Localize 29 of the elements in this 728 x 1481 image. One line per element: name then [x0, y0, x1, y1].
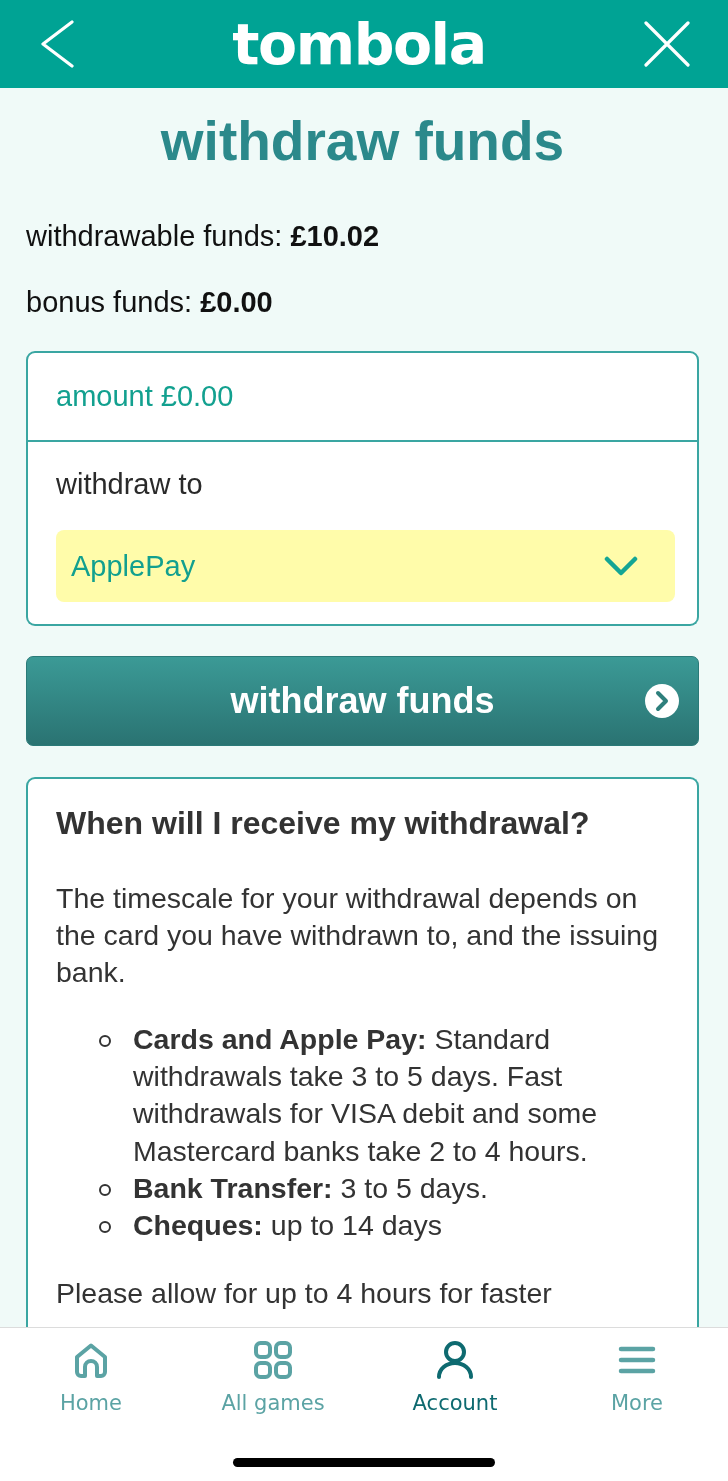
info-paragraph: Please allow for up to 4 hours for faster — [56, 1276, 553, 1312]
nav-tab[interactable]: More — [546, 1340, 728, 1416]
balance-text: withdrawable funds: £10.02 — [26, 219, 381, 254]
nav-tab[interactable]: Account — [364, 1340, 546, 1416]
page-title: withdraw funds — [159, 109, 566, 174]
chevron-circle-icon — [645, 684, 679, 718]
nav-tab[interactable]: Home — [0, 1340, 182, 1416]
bullet-icon — [99, 1035, 111, 1047]
list-item-text: Cards and Apple Pay: Standard withdrawals take 3 to 5 days. Fast withdrawals for VISA debit and some Mastercard banks take 2 to 4 hours. — [133, 1022, 599, 1169]
close-button[interactable] — [644, 21, 690, 67]
info-heading: When will I receive my withdrawal? — [56, 804, 591, 843]
amount-field[interactable]: amount £0.00 — [26, 351, 699, 442]
list-item-text: Bank Transfer: 3 to 5 days. — [133, 1170, 488, 1206]
close-icon — [644, 21, 690, 67]
chevron-down-icon — [604, 556, 638, 576]
logo: tombola — [232, 12, 486, 76]
list-item-text: Cheques: up to 14 days — [133, 1208, 442, 1243]
person-icon — [435, 1340, 475, 1380]
nav-tab[interactable]: All games — [182, 1340, 364, 1416]
field-label: withdraw to — [56, 467, 204, 502]
back-chevron-icon — [40, 20, 74, 68]
withdraw-funds-button[interactable]: withdraw funds — [26, 656, 699, 746]
bullet-icon — [99, 1221, 111, 1233]
info-paragraph: The timescale for your withdrawal depends on the card you have withdrawn to, and the issuing bank. — [56, 881, 660, 990]
grid-icon — [253, 1340, 293, 1380]
bullet-icon — [99, 1183, 111, 1196]
payment-method-select[interactable]: ApplePay — [56, 530, 675, 602]
back-button[interactable] — [40, 20, 74, 68]
balance-text: bonus funds: £0.00 — [26, 285, 274, 320]
